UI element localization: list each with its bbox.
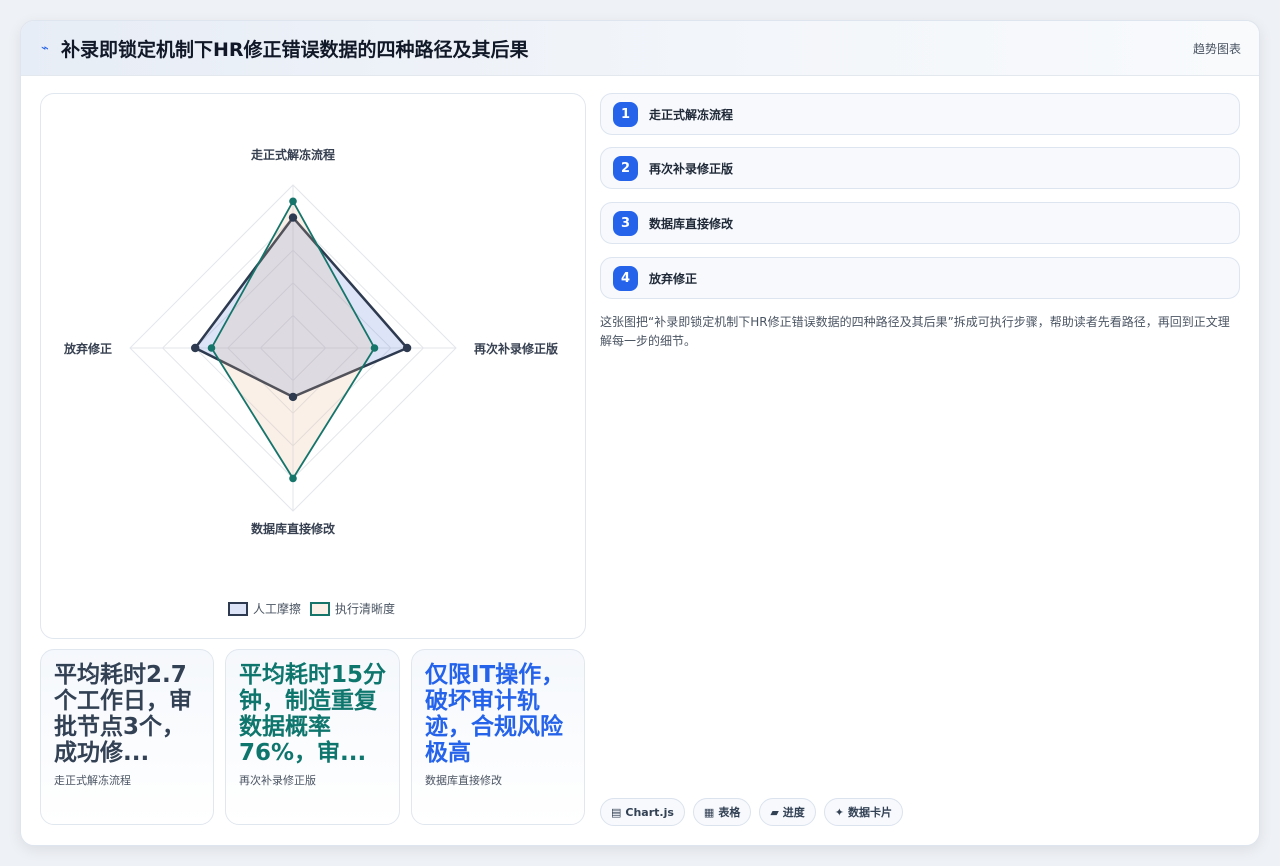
table-icon: ▦: [703, 805, 715, 819]
data-point: [370, 344, 379, 352]
radar-chart-panel: 走正式解冻流程再次补录修正版数据库直接修改 放弃修正人工摩擦 执行清晰度: [40, 93, 586, 639]
step-number: 1: [613, 101, 638, 127]
sparkle-icon: ⌁: [41, 40, 49, 56]
chip-label: 进度: [782, 806, 805, 819]
chip-label: 数据卡片: [848, 806, 893, 819]
series-area-2: [210, 199, 376, 481]
main-card: ⌁ 补录即锁定机制下HR修正错误数据的四种路径及其后果 趋势图表 走正式解冻流程…: [20, 20, 1260, 846]
data-point: [191, 343, 200, 353]
axis-label: 再次补录修正版: [474, 341, 558, 356]
step-item-3[interactable]: 3 数据库直接修改: [600, 202, 1240, 244]
chip-progress[interactable]: ▰ 进度: [759, 798, 816, 826]
axis-label: 走正式解冻流程: [251, 147, 335, 162]
data-point: [207, 344, 216, 352]
chart-type-label[interactable]: 趋势图表: [1193, 40, 1241, 57]
stat-value: 仅限IT操作，破坏审计轨迹，合规风险极高: [425, 662, 565, 766]
step-item-4[interactable]: 4 放弃修正: [600, 257, 1240, 299]
stat-value: 平均耗时2.7个工作日，审批节点3个，成功修...: [54, 662, 192, 766]
axis-label: 数据库直接修改: [251, 521, 336, 536]
data-point: [288, 213, 298, 222]
legend-swatch: [228, 602, 248, 616]
step-item-2[interactable]: 2 再次补录修正版: [600, 147, 1240, 189]
axis-label: 放弃修正: [63, 341, 112, 356]
chip-chartjs[interactable]: ▤ Chart.js: [600, 798, 685, 826]
legend-label: 执行清晰度: [335, 601, 395, 616]
card-icon: ✦: [834, 805, 845, 819]
description: 这张图把“补录即锁定机制下HR修正错误数据的四种路径及其后果”拆成可执行步骤，帮…: [600, 315, 1230, 348]
step-label: 再次补录修正版: [649, 161, 734, 176]
data-point: [402, 343, 412, 353]
stat-card-1: 平均耗时2.7个工作日，审批节点3个，成功修... 走正式解冻流程: [40, 649, 214, 825]
chart-icon: ▤: [611, 805, 622, 819]
chip-label: Chart.js: [625, 805, 674, 819]
legend-swatch: [310, 602, 330, 616]
chip-table[interactable]: ▦ 表格: [692, 798, 752, 826]
step-number: 2: [613, 155, 638, 181]
radar-chart: 走正式解冻流程再次补录修正版数据库直接修改 放弃修正人工摩擦 执行清晰度: [63, 147, 558, 616]
data-point: [289, 474, 297, 483]
stat-caption: 数据库直接修改: [425, 774, 502, 787]
legend-label: 人工摩擦: [253, 601, 301, 616]
stat-card-3: 仅限IT操作，破坏审计轨迹，合规风险极高 数据库直接修改: [411, 649, 585, 825]
step-label: 放弃修正: [649, 271, 698, 286]
data-point: [289, 197, 297, 206]
step-label: 走正式解冻流程: [649, 107, 734, 122]
stat-card-2: 平均耗时15分钟，制造重复数据概率76%，审... 再次补录修正版: [225, 649, 400, 825]
stat-caption: 走正式解冻流程: [54, 774, 131, 787]
progress-icon: ▰: [770, 805, 779, 819]
stat-value: 平均耗时15分钟，制造重复数据概率76%，审...: [239, 662, 387, 766]
page-title: 补录即锁定机制下HR修正错误数据的四种路径及其后果: [61, 38, 529, 61]
chip-row: ▤ Chart.js ▦ 表格 ▰ 进度 ✦ 数据卡片: [600, 798, 904, 826]
stat-caption: 再次补录修正版: [239, 774, 316, 787]
step-label: 数据库直接修改: [649, 216, 734, 231]
chip-data-card[interactable]: ✦ 数据卡片: [823, 798, 904, 826]
chip-label: 表格: [718, 806, 741, 819]
step-number: 3: [613, 210, 638, 236]
data-point: [288, 392, 298, 402]
header: ⌁ 补录即锁定机制下HR修正错误数据的四种路径及其后果 趋势图表: [21, 21, 1259, 76]
step-number: 4: [613, 265, 638, 291]
step-item-1[interactable]: 1 走正式解冻流程: [600, 93, 1240, 135]
